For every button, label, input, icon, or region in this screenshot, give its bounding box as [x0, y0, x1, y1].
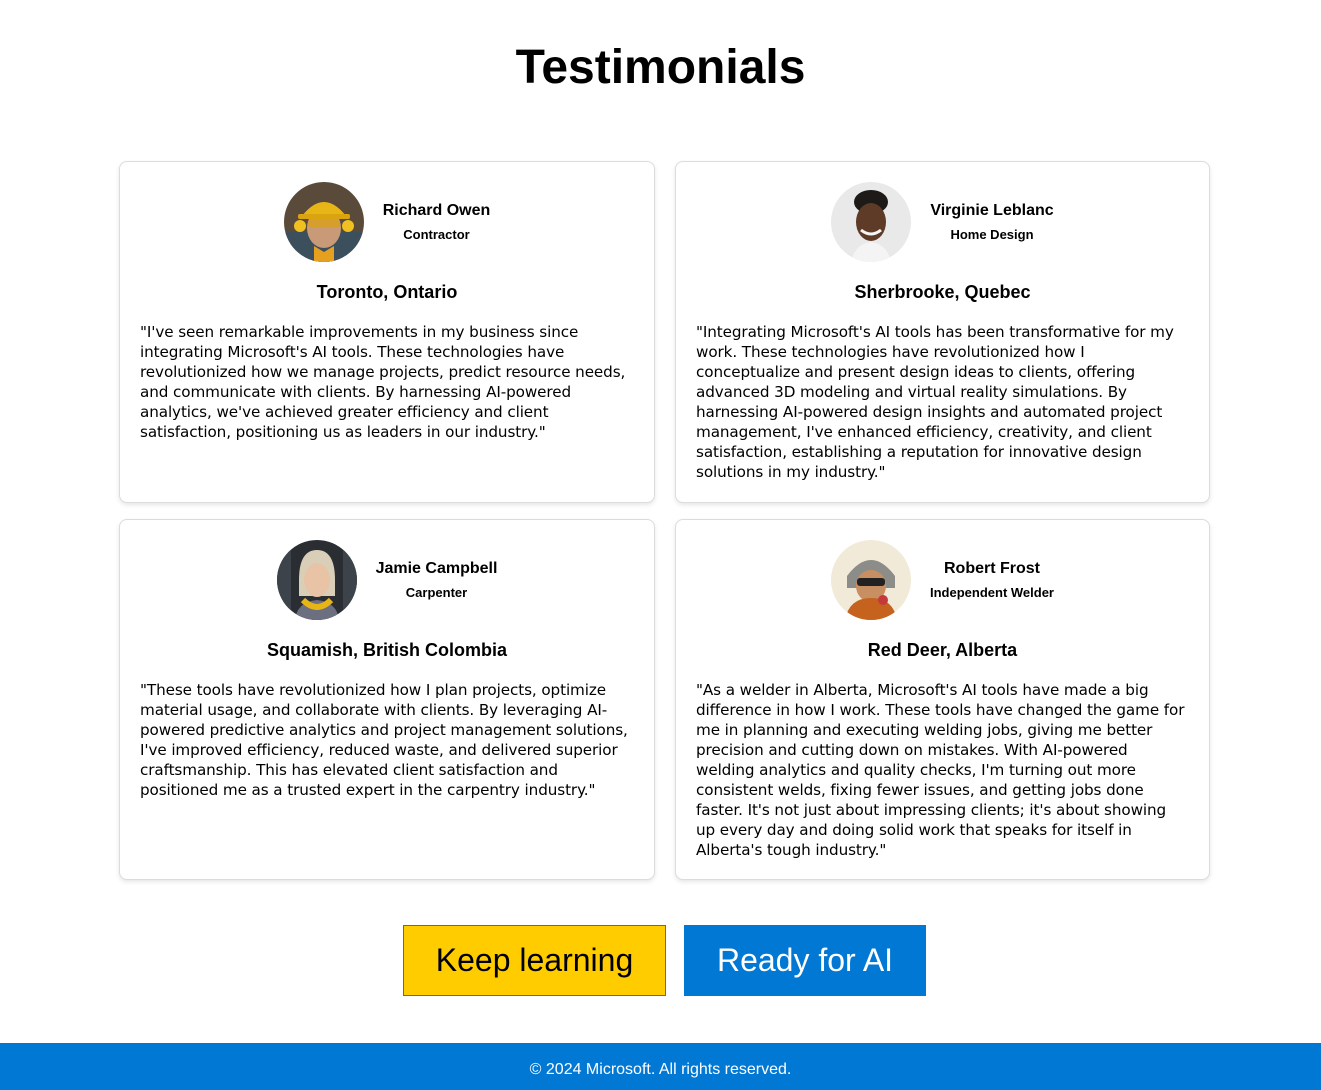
person-location: Red Deer, Alberta [867, 640, 1018, 660]
keep-learning-button[interactable]: Keep learning [403, 925, 666, 996]
person-info: Virginie Leblanc Home Design [930, 201, 1053, 243]
person-location: Sherbrooke, Quebec [854, 282, 1031, 302]
avatar [831, 540, 911, 620]
person-info: Jamie Campbell Carpenter [376, 559, 498, 601]
testimonial-header: Jamie Campbell Carpenter [120, 540, 654, 620]
avatar [831, 182, 912, 262]
testimonial-card: Richard Owen Contractor Toronto, Ontario… [119, 161, 655, 503]
testimonial-card: Jamie Campbell Carpenter Squamish, Briti… [119, 519, 655, 880]
person-info: Robert Frost Independent Welder [930, 559, 1054, 601]
person-name: Richard Owen [382, 202, 491, 219]
testimonial-card: Robert Frost Independent Welder Red Deer… [675, 519, 1210, 880]
testimonial-card: Virginie Leblanc Home Design Sherbrooke,… [675, 161, 1210, 503]
page-title: Testimonials [515, 41, 806, 94]
testimonial-quote: "As a welder in Alberta, Microsoft's AI … [696, 681, 1185, 859]
person-name: Robert Frost [944, 560, 1040, 577]
testimonial-quote: "I've seen remarkable improvements in my… [140, 323, 626, 441]
person-role: Independent Welder [930, 585, 1054, 600]
footer: © 2024 Microsoft. All rights reserved. [0, 1043, 1321, 1090]
testimonial-header: Virginie Leblanc Home Design [676, 182, 1209, 262]
person-name: Jamie Campbell [375, 560, 498, 577]
ready-for-ai-button[interactable]: Ready for AI [684, 925, 926, 996]
testimonial-quote: "Integrating Microsoft's AI tools has be… [696, 323, 1174, 481]
footer-copyright: © 2024 Microsoft. All rights reserved. [529, 1061, 792, 1078]
person-role: Home Design [950, 227, 1034, 242]
person-location: Toronto, Ontario [316, 282, 458, 302]
person-role: Carpenter [405, 585, 468, 600]
testimonial-header: Richard Owen Contractor [120, 182, 654, 262]
person-role: Contractor [403, 227, 470, 242]
person-name: Virginie Leblanc [930, 202, 1054, 219]
person-info: Richard Owen Contractor [383, 201, 491, 243]
person-location: Squamish, British Colombia [266, 640, 508, 660]
testimonial-quote: "These tools have revolutionized how I p… [140, 681, 628, 799]
avatar [276, 540, 357, 620]
testimonial-header: Robert Frost Independent Welder [676, 540, 1209, 620]
avatar [283, 182, 364, 262]
